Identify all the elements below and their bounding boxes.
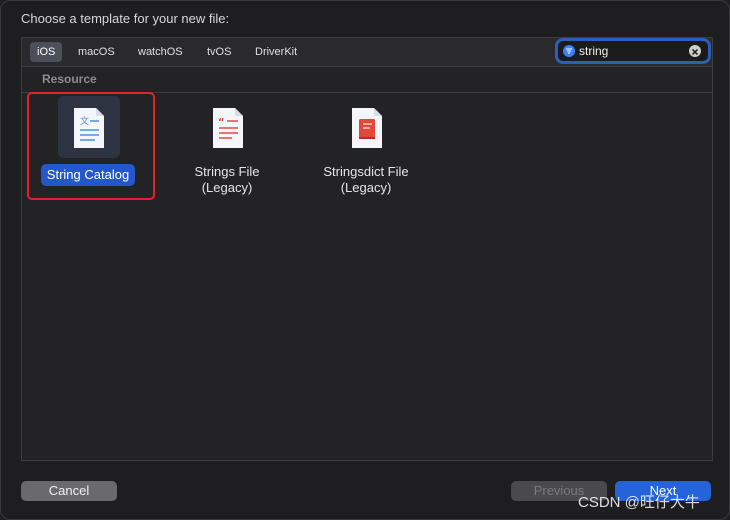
search-input[interactable] [579, 42, 685, 60]
section-label-resource: Resource [42, 72, 97, 86]
tab-driverkit[interactable]: DriverKit [248, 42, 304, 62]
previous-button[interactable]: Previous [511, 481, 607, 501]
tab-ios[interactable]: iOS [30, 42, 63, 62]
template-strings-file[interactable]: “ Strings File (Legacy) [162, 96, 292, 201]
next-button[interactable]: Next [615, 481, 711, 501]
platform-tab-bar: iOS macOS watchOS tvOS DriverKit [22, 38, 712, 67]
filter-icon [563, 45, 575, 57]
svg-text:“: “ [218, 117, 225, 128]
template-stringsdict-file[interactable]: Stringsdict File (Legacy) [301, 96, 431, 201]
tab-watchos[interactable]: watchOS [131, 42, 190, 62]
stringsdict-file-icon [336, 96, 398, 158]
clear-icon[interactable] [689, 45, 701, 57]
template-label: Stringsdict File (Legacy) [323, 164, 409, 195]
template-label: Strings File (Legacy) [194, 164, 260, 195]
new-file-dialog: Choose a template for your new file: iOS… [0, 0, 730, 520]
search-field[interactable] [558, 41, 708, 61]
selection-highlight-box [27, 92, 155, 200]
cancel-button[interactable]: Cancel [21, 481, 117, 501]
strings-file-icon: “ [197, 96, 259, 158]
dialog-title: Choose a template for your new file: [21, 11, 230, 26]
tab-macos[interactable]: macOS [71, 42, 122, 62]
tab-tvos[interactable]: tvOS [200, 42, 238, 62]
